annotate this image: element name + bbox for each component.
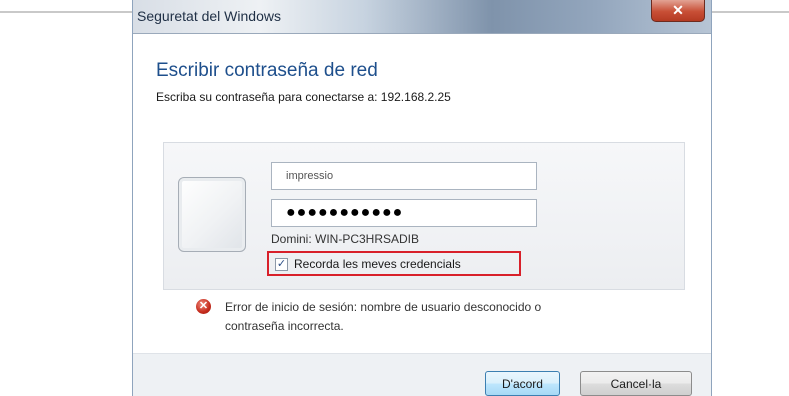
remember-credentials-label: Recorda les meves credencials: [294, 257, 461, 271]
user-tile-icon: [178, 177, 246, 252]
ok-button[interactable]: D'acord: [485, 371, 560, 396]
credentials-dialog: Seguretat del Windows ✕ Escribir contras…: [132, 0, 712, 396]
window-title: Seguretat del Windows: [137, 8, 281, 24]
title-bar[interactable]: Seguretat del Windows ✕: [133, 0, 711, 34]
error-message-line2: contraseña incorrecta.: [225, 319, 344, 333]
error-message-line1: Error de inicio de sesión: nombre de usu…: [225, 300, 542, 314]
username-field[interactable]: [271, 162, 537, 190]
username-input[interactable]: [286, 164, 536, 188]
remember-credentials-highlight[interactable]: ✓ Recorda les meves credencials: [267, 251, 521, 276]
cancel-button[interactable]: Cancel·la: [580, 371, 692, 396]
dialog-heading: Escribir contraseña de red: [156, 60, 378, 81]
password-input[interactable]: [286, 201, 536, 225]
close-button[interactable]: ✕: [651, 0, 705, 22]
close-icon: ✕: [672, 2, 684, 18]
error-icon: ✕: [196, 299, 211, 314]
dialog-subtext: Escriba su contraseña para conectarse a:…: [156, 90, 451, 104]
remember-credentials-checkbox[interactable]: ✓: [275, 258, 288, 271]
password-field[interactable]: [271, 199, 537, 227]
domain-label: Domini: WIN-PC3HRSADIB: [271, 232, 420, 246]
